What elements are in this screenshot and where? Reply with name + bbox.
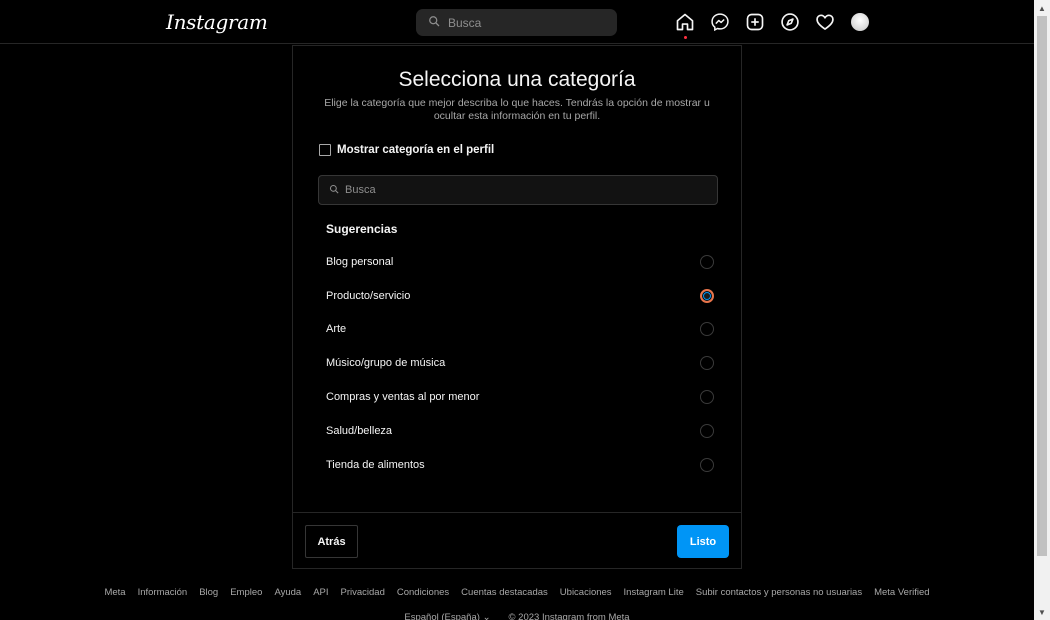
- footer-link[interactable]: Empleo: [230, 587, 262, 598]
- footer-link[interactable]: Privacidad: [341, 587, 385, 598]
- dialog-footer: Atrás Listo: [293, 512, 741, 570]
- nav-search-input[interactable]: [448, 15, 608, 30]
- category-option[interactable]: Arte: [326, 313, 714, 347]
- show-category-toggle[interactable]: Mostrar categoría en el perfil: [319, 144, 494, 156]
- page-scrollbar[interactable]: ▲ ▼: [1034, 0, 1050, 620]
- category-options: Blog personal Producto/servicio Arte Mús…: [326, 245, 714, 482]
- show-category-label: Mostrar categoría en el perfil: [337, 144, 495, 156]
- home-icon[interactable]: [675, 12, 695, 39]
- nav-icons: [675, 12, 870, 39]
- category-option[interactable]: Compras y ventas al por menor: [326, 380, 714, 414]
- category-option-label: Salud/belleza: [326, 424, 393, 437]
- footer-link[interactable]: Meta Verified: [874, 587, 929, 598]
- instagram-logo[interactable]: Instagram: [166, 10, 268, 34]
- footer-link[interactable]: Condiciones: [397, 587, 449, 598]
- footer-language-row: Español (España) ⌄ © 2023 Instagram from…: [0, 612, 1034, 620]
- new-post-icon[interactable]: [745, 12, 765, 32]
- footer-link[interactable]: Ayuda: [274, 587, 301, 598]
- done-button[interactable]: Listo: [677, 525, 729, 558]
- search-icon: [329, 181, 339, 199]
- dialog-title: Selecciona una categoría: [398, 68, 636, 91]
- category-option-label: Blog personal: [326, 255, 394, 268]
- category-radio[interactable]: [700, 390, 714, 405]
- category-option[interactable]: Blog personal: [326, 245, 714, 279]
- footer-link[interactable]: Instagram Lite: [624, 587, 684, 598]
- footer-link[interactable]: Cuentas destacadas: [461, 587, 548, 598]
- category-radio[interactable]: [700, 457, 714, 472]
- avatar: [851, 13, 869, 31]
- category-search-box[interactable]: [318, 175, 718, 205]
- site-footer-links: Meta Información Blog Empleo Ayuda API P…: [0, 587, 1034, 598]
- messenger-icon[interactable]: [710, 12, 730, 32]
- scrollbar-thumb[interactable]: [1037, 16, 1047, 556]
- category-radio[interactable]: [700, 254, 714, 269]
- category-option[interactable]: Músico/grupo de música: [326, 346, 714, 380]
- footer-link[interactable]: API: [313, 587, 328, 598]
- footer-link[interactable]: Blog: [199, 587, 218, 598]
- category-option[interactable]: Producto/servicio: [326, 279, 714, 313]
- category-option-label: Músico/grupo de música: [326, 357, 446, 370]
- category-option[interactable]: Salud/belleza: [326, 414, 714, 448]
- scroll-down-arrow-icon[interactable]: ▼: [1034, 604, 1050, 620]
- copyright-text: © 2023 Instagram from Meta: [508, 612, 630, 620]
- category-radio[interactable]: [700, 356, 714, 371]
- explore-icon[interactable]: [780, 12, 800, 32]
- scroll-up-arrow-icon[interactable]: ▲: [1034, 0, 1050, 16]
- category-option-label: Compras y ventas al por menor: [326, 391, 480, 404]
- language-selector[interactable]: Español (España) ⌄: [404, 612, 490, 620]
- show-category-checkbox[interactable]: [319, 144, 331, 156]
- select-category-dialog: Selecciona una categoría Elige la catego…: [292, 45, 742, 569]
- chevron-down-icon: ⌄: [482, 612, 491, 620]
- footer-link[interactable]: Información: [138, 587, 188, 598]
- back-button[interactable]: Atrás: [305, 525, 358, 558]
- search-icon: [428, 14, 440, 32]
- category-option-label: Producto/servicio: [326, 289, 411, 302]
- profile-avatar[interactable]: [850, 12, 870, 32]
- language-label: Español (España): [404, 612, 480, 620]
- footer-link[interactable]: Meta: [104, 587, 125, 598]
- top-nav: Instagram: [0, 0, 1034, 44]
- category-radio-selected[interactable]: [700, 288, 714, 303]
- notification-dot: [684, 36, 687, 39]
- category-search-input[interactable]: [345, 184, 705, 196]
- footer-link[interactable]: Subir contactos y personas no usuarias: [696, 587, 862, 598]
- category-option-label: Arte: [326, 323, 347, 336]
- dialog-description: Elige la categoría que mejor describa lo…: [324, 97, 710, 122]
- category-option[interactable]: Tienda de alimentos: [326, 448, 714, 482]
- category-radio[interactable]: [700, 322, 714, 337]
- activity-heart-icon[interactable]: [815, 12, 835, 32]
- category-option-label: Tienda de alimentos: [326, 458, 425, 471]
- nav-search-box[interactable]: [416, 9, 617, 36]
- category-radio[interactable]: [700, 423, 714, 438]
- suggestions-heading: Sugerencias: [326, 222, 398, 236]
- footer-link[interactable]: Ubicaciones: [560, 587, 612, 598]
